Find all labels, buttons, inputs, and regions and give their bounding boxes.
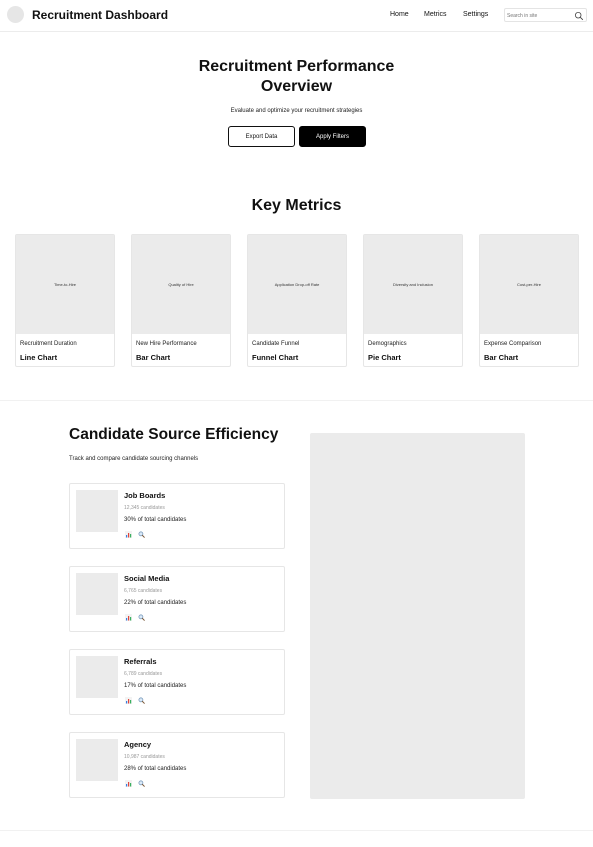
nav-link-home[interactable]: Home	[390, 11, 409, 18]
apply-filters-button[interactable]: Apply Filters	[299, 126, 366, 147]
search-icon[interactable]	[574, 11, 584, 21]
source-name: Referrals	[124, 657, 157, 666]
metric-image-label: Diversity and Inclusion	[392, 282, 434, 287]
metric-chart-type: Pie Chart	[368, 353, 401, 362]
magnifier-icon[interactable]	[138, 614, 145, 621]
magnifier-icon[interactable]	[138, 780, 145, 787]
source-count: 6,789 candidates	[124, 671, 163, 677]
metric-card-application-drop-off[interactable]: Application Drop-off Rate Candidate Funn…	[247, 234, 347, 367]
footer-divider	[0, 830, 593, 831]
page-title-line-1: Recruitment Performance	[198, 58, 395, 75]
source-name: Social Media	[124, 574, 170, 583]
source-share: 30% of total candidates	[124, 517, 187, 523]
page-title: Recruitment Performance Overview	[0, 57, 593, 97]
bar-chart-icon[interactable]	[125, 531, 132, 538]
metric-image-placeholder: Diversity and Inclusion	[364, 235, 462, 334]
metric-image-label: Quality of Hire	[168, 282, 194, 287]
metric-card-diversity[interactable]: Diversity and Inclusion Demographics Pie…	[363, 234, 463, 367]
metric-image-placeholder: Application Drop-off Rate	[248, 235, 346, 334]
source-card-referrals[interactable]: Referrals 6,789 candidates 17% of total …	[69, 649, 285, 715]
metric-subtitle: Expense Comparison	[484, 341, 542, 347]
source-image-placeholder	[76, 490, 118, 532]
metric-image-placeholder: Cost-per-Hire	[480, 235, 578, 334]
metric-subtitle: Candidate Funnel	[252, 341, 300, 347]
source-efficiency-title: Candidate Source Efficiency	[69, 426, 279, 443]
source-share: 22% of total candidates	[124, 600, 187, 606]
magnifier-icon[interactable]	[138, 531, 145, 538]
metric-image-placeholder: Quality of Hire	[132, 235, 230, 334]
top-nav-bar: Recruitment Dashboard Home Metrics Setti…	[0, 0, 593, 32]
search-input[interactable]	[507, 10, 571, 21]
source-card-job-boards[interactable]: Job Boards 12,345 candidates 30% of tota…	[69, 483, 285, 549]
nav-link-metrics[interactable]: Metrics	[424, 11, 447, 18]
metric-image-label: Application Drop-off Rate	[274, 282, 320, 287]
source-visual-placeholder	[310, 433, 525, 799]
export-data-button[interactable]: Export Data	[228, 126, 295, 147]
metric-image-label: Time-to-Hire	[53, 282, 77, 287]
metric-image-label: Cost-per-Hire	[516, 282, 541, 287]
metric-subtitle: Recruitment Duration	[20, 341, 77, 347]
app-title[interactable]: Recruitment Dashboard	[32, 8, 168, 22]
source-image-placeholder	[76, 573, 118, 615]
page-subtitle: Evaluate and optimize your recruitment s…	[230, 108, 363, 114]
logo-avatar[interactable]	[7, 6, 24, 23]
source-card-agency[interactable]: Agency 10,987 candidates 28% of total ca…	[69, 732, 285, 798]
magnifier-icon[interactable]	[138, 697, 145, 704]
source-share: 28% of total candidates	[124, 766, 187, 772]
source-image-placeholder	[76, 739, 118, 781]
source-efficiency-subtitle: Track and compare candidate sourcing cha…	[69, 456, 199, 462]
source-image-placeholder	[76, 656, 118, 698]
metric-chart-type: Funnel Chart	[252, 353, 299, 362]
nav-link-settings[interactable]: Settings	[463, 11, 488, 18]
source-name: Agency	[124, 740, 152, 749]
metric-card-time-to-hire[interactable]: Time-to-Hire Recruitment Duration Line C…	[15, 234, 115, 367]
key-metrics-title: Key Metrics	[251, 197, 342, 214]
metric-chart-type: Line Chart	[20, 353, 58, 362]
bar-chart-icon[interactable]	[125, 697, 132, 704]
page-title-line-2: Overview	[260, 78, 333, 95]
search-box[interactable]	[504, 8, 587, 22]
bar-chart-icon[interactable]	[125, 780, 132, 787]
source-card-social-media[interactable]: Social Media 6,765 candidates 22% of tot…	[69, 566, 285, 632]
bar-chart-icon[interactable]	[125, 614, 132, 621]
metric-subtitle: New Hire Performance	[136, 341, 197, 347]
metric-subtitle: Demographics	[368, 341, 407, 347]
source-count: 10,987 candidates	[124, 754, 165, 760]
metric-card-quality-of-hire[interactable]: Quality of Hire New Hire Performance Bar…	[131, 234, 231, 367]
source-count: 6,765 candidates	[124, 588, 163, 594]
metric-image-placeholder: Time-to-Hire	[16, 235, 114, 334]
metric-card-cost-per-hire[interactable]: Cost-per-Hire Expense Comparison Bar Cha…	[479, 234, 579, 367]
metric-chart-type: Bar Chart	[136, 353, 171, 362]
source-count: 12,345 candidates	[124, 505, 165, 511]
section-divider	[0, 400, 593, 401]
source-name: Job Boards	[124, 491, 166, 500]
source-share: 17% of total candidates	[124, 683, 187, 689]
metric-chart-type: Bar Chart	[484, 353, 519, 362]
